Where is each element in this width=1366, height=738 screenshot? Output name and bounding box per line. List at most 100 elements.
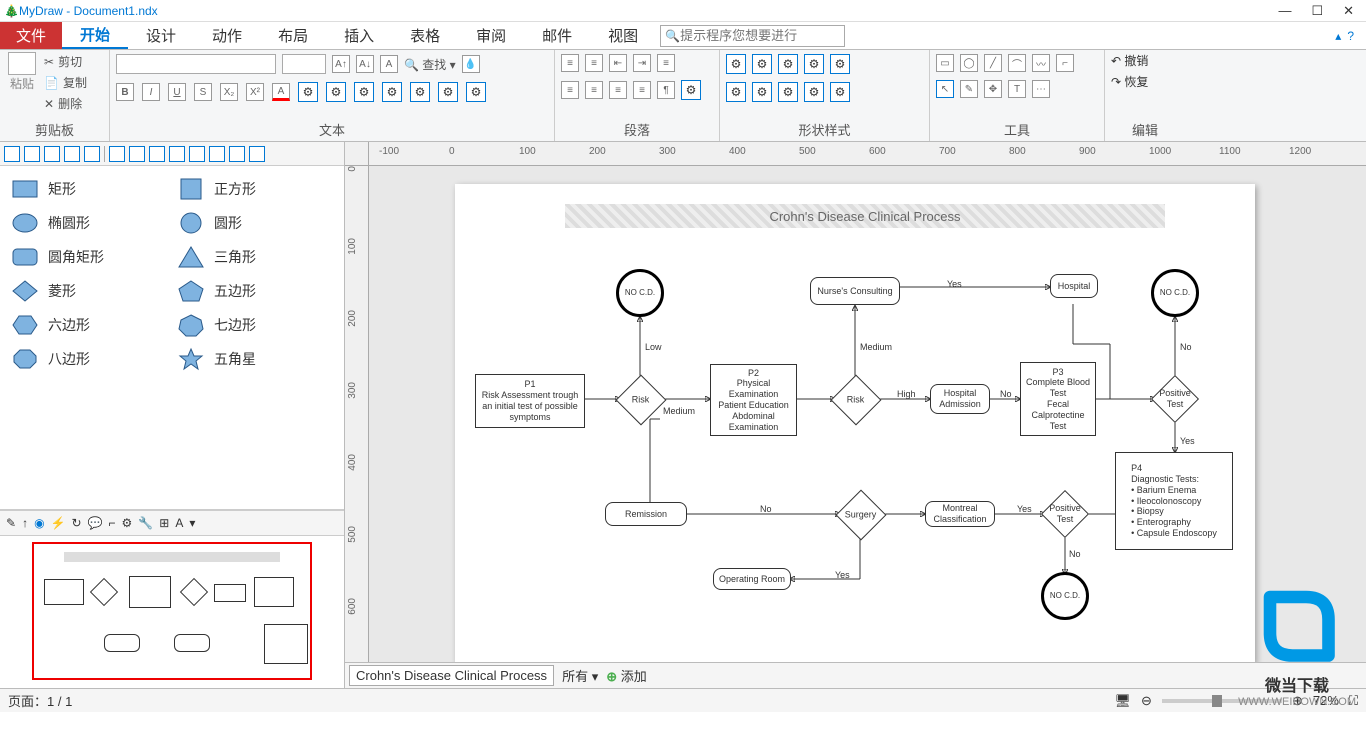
- lp-tb-2[interactable]: [24, 146, 40, 162]
- paste-button[interactable]: 粘贴: [6, 52, 38, 92]
- shape-item-9[interactable]: 七边形: [176, 312, 334, 338]
- node-nurse[interactable]: Nurse's Consulting: [810, 277, 900, 305]
- tb2-tools-icon[interactable]: 🔧: [138, 516, 153, 530]
- tool-ellipsis[interactable]: ⋯: [1032, 80, 1050, 98]
- lp-tb-4[interactable]: [64, 146, 80, 162]
- tool-pencil[interactable]: ✎: [960, 80, 978, 98]
- lp-tb-8[interactable]: [149, 146, 165, 162]
- style-btn-7[interactable]: ⚙: [466, 82, 486, 102]
- font-family-dropdown[interactable]: [116, 54, 276, 74]
- lp-tb-13[interactable]: [249, 146, 265, 162]
- node-risk-2[interactable]: Risk: [831, 375, 882, 426]
- tb2-more-icon[interactable]: ▾: [189, 516, 195, 530]
- maximize-button[interactable]: ☐: [1311, 3, 1323, 19]
- tb2-bolt-icon[interactable]: ⚡: [51, 516, 66, 530]
- outdent-button[interactable]: ⇤: [609, 54, 627, 72]
- tb2-rotate-icon[interactable]: ↻: [72, 516, 82, 530]
- bullets-button[interactable]: ≡: [561, 54, 579, 72]
- close-button[interactable]: ✕: [1343, 3, 1354, 19]
- tab-insert[interactable]: 插入: [326, 22, 392, 49]
- help-area[interactable]: ▴ ?: [1323, 22, 1366, 49]
- shape-item-5[interactable]: 三角形: [176, 244, 334, 270]
- shape-item-2[interactable]: 椭圆形: [10, 210, 168, 236]
- tab-design[interactable]: 设计: [128, 22, 194, 49]
- justify-button[interactable]: ≡: [633, 81, 651, 99]
- tb2-connector-icon[interactable]: ⌐: [109, 516, 116, 530]
- node-remission[interactable]: Remission: [605, 502, 687, 526]
- zoom-in-button[interactable]: ⊕: [1292, 693, 1303, 709]
- style-btn-4[interactable]: ⚙: [382, 82, 402, 102]
- style-btn-3[interactable]: ⚙: [354, 82, 374, 102]
- node-oproom[interactable]: Operating Room: [713, 568, 791, 590]
- node-hospadm[interactable]: Hospital Admission: [930, 384, 990, 414]
- style-btn-1[interactable]: ⚙: [298, 82, 318, 102]
- drawing-page[interactable]: Crohn's Disease Clinical Process: [455, 184, 1255, 662]
- tb2-chat-icon[interactable]: 💬: [88, 516, 103, 530]
- clear-format-button[interactable]: A: [380, 55, 398, 73]
- shape-style-2[interactable]: ⚙: [752, 54, 772, 74]
- eyedropper-icon[interactable]: 💧: [462, 55, 480, 73]
- tool-arc[interactable]: ⌒: [1008, 54, 1026, 72]
- align-center-button[interactable]: ≡: [585, 81, 603, 99]
- shape-style-3[interactable]: ⚙: [778, 54, 798, 74]
- node-nocd-3[interactable]: NO C.D.: [1041, 572, 1089, 620]
- undo-button[interactable]: ↶ 撤销: [1111, 52, 1148, 69]
- tool-text[interactable]: T: [1008, 80, 1026, 98]
- numbering-button[interactable]: ≡: [585, 54, 603, 72]
- canvas[interactable]: Crohn's Disease Clinical Process: [369, 166, 1366, 662]
- shape-item-7[interactable]: 五边形: [176, 278, 334, 304]
- tb2-up-icon[interactable]: ↑: [22, 516, 28, 530]
- diagram-title[interactable]: Crohn's Disease Clinical Process: [565, 204, 1165, 228]
- shape-style-1[interactable]: ⚙: [726, 54, 746, 74]
- text-fill-button[interactable]: A: [272, 83, 290, 101]
- zoom-out-button[interactable]: ⊖: [1141, 693, 1152, 709]
- tool-pan[interactable]: ✥: [984, 80, 1002, 98]
- increase-font-button[interactable]: A↑: [332, 55, 350, 73]
- indent-button[interactable]: ⇥: [633, 54, 651, 72]
- page-tab-1[interactable]: Crohn's Disease Clinical Process: [349, 665, 554, 686]
- file-menu[interactable]: 文件: [0, 22, 62, 49]
- tool-rect[interactable]: ▭: [936, 54, 954, 72]
- shape-item-8[interactable]: 六边形: [10, 312, 168, 338]
- align-right-button[interactable]: ≡: [609, 81, 627, 99]
- tb2-gear-icon[interactable]: ⚙: [122, 516, 133, 530]
- node-risk-1[interactable]: Risk: [616, 375, 667, 426]
- shape-style-9[interactable]: ⚙: [804, 82, 824, 102]
- tab-mail[interactable]: 邮件: [524, 22, 590, 49]
- redo-button[interactable]: ↷ 恢复: [1111, 73, 1148, 90]
- node-p2[interactable]: P2 Physical Examination Patient Educatio…: [710, 364, 797, 436]
- tool-curve[interactable]: 〰: [1032, 54, 1050, 72]
- style-btn-5[interactable]: ⚙: [410, 82, 430, 102]
- tool-line[interactable]: ╱: [984, 54, 1002, 72]
- tb2-edit-icon[interactable]: ✎: [6, 516, 16, 530]
- minimize-button[interactable]: —: [1278, 3, 1291, 19]
- page-add[interactable]: ⊕ 添加: [606, 666, 647, 685]
- node-montreal[interactable]: Montreal Classification: [925, 501, 995, 527]
- lp-tb-10[interactable]: [189, 146, 205, 162]
- decrease-font-button[interactable]: A↓: [356, 55, 374, 73]
- spacing-button[interactable]: ≡: [657, 54, 675, 72]
- pilcrow-button[interactable]: ¶: [657, 81, 675, 99]
- tb2-font-icon[interactable]: A: [175, 516, 183, 530]
- shape-style-5[interactable]: ⚙: [830, 54, 850, 74]
- node-postest-2[interactable]: Positive Test: [1041, 490, 1089, 538]
- tool-connector[interactable]: ⌐: [1056, 54, 1074, 72]
- strikethrough-button[interactable]: S: [194, 83, 212, 101]
- shape-item-3[interactable]: 圆形: [176, 210, 334, 236]
- shapes-list[interactable]: 矩形正方形椭圆形圆形圆角矩形三角形菱形五边形六边形七边形八边形五角星: [0, 166, 344, 510]
- page-thumbnail[interactable]: [32, 542, 312, 680]
- tab-review[interactable]: 审阅: [458, 22, 524, 49]
- shape-style-8[interactable]: ⚙: [778, 82, 798, 102]
- lp-tb-3[interactable]: [44, 146, 60, 162]
- lp-tb-11[interactable]: [209, 146, 225, 162]
- zoom-level[interactable]: 72%: [1313, 693, 1339, 708]
- lp-tb-1[interactable]: [4, 146, 20, 162]
- fit-page-button[interactable]: ⛶: [1349, 693, 1358, 709]
- lp-tb-6[interactable]: [109, 146, 125, 162]
- tb2-group-icon[interactable]: ⊞: [159, 516, 169, 530]
- cut-button[interactable]: ✂ 剪切: [42, 52, 89, 71]
- shape-item-11[interactable]: 五角星: [176, 346, 334, 372]
- node-p1[interactable]: P1 Risk Assessment trough an initial tes…: [475, 374, 585, 428]
- page-indicator[interactable]: 页面：1 / 1: [8, 691, 72, 710]
- para-style-button[interactable]: ⚙: [681, 80, 701, 100]
